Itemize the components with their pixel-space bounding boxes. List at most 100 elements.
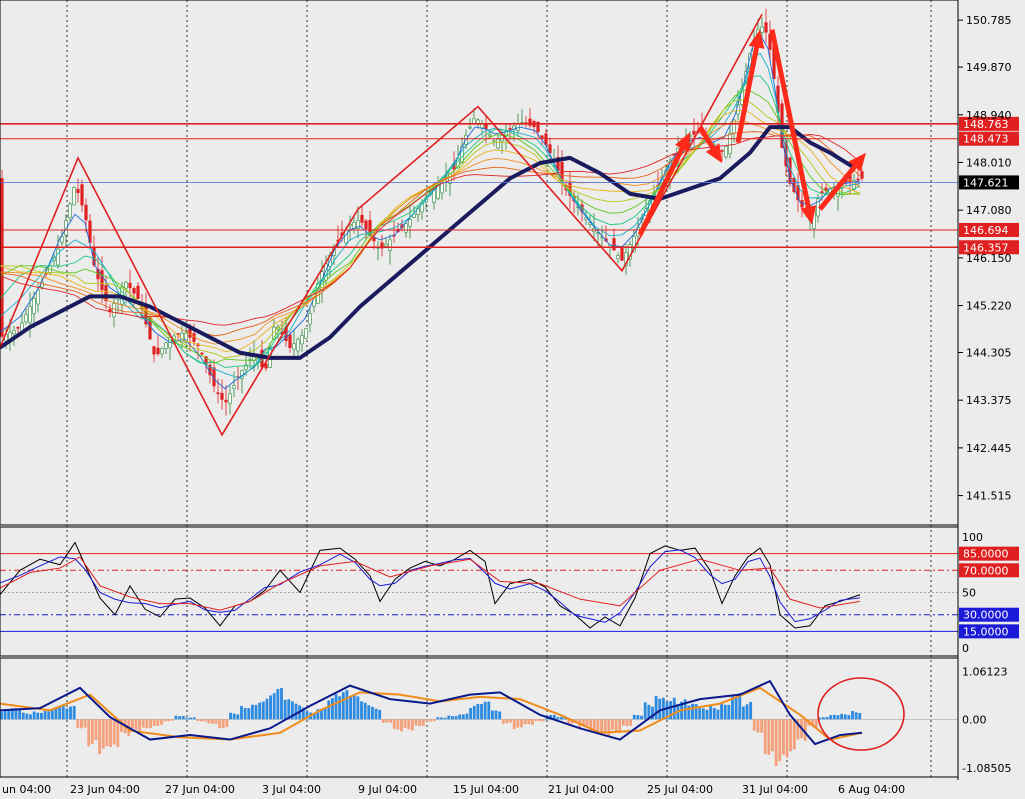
candle-body [152,346,156,355]
macd-histogram-bar [167,719,171,722]
price-tick-label: 148.010 [966,156,1012,169]
osc-tick-label: 100 [962,531,983,544]
time-axis-label: 25 Jul 04:00 [647,783,713,796]
macd-histogram-bar [691,703,694,720]
macd-histogram-bar [465,713,469,720]
macd-histogram-bar [156,719,160,726]
level-tag-label: 146.694 [963,224,1009,237]
macd-histogram-bar [178,716,182,720]
candle-body [620,246,624,261]
macd-tick-label: 0.00 [962,713,987,726]
macd-histogram-bar [592,719,596,731]
macd-histogram-bar [196,719,200,721]
macd-histogram-bar [243,707,247,720]
osc-level-label: 85.0000 [963,548,1009,561]
time-axis-label: un 04:00 [2,783,51,796]
macd-histogram-bar [189,717,192,720]
price-tick-label: 150.785 [966,14,1012,27]
macd-histogram-bar [701,708,705,720]
stochastic-panel: 85.0000 70.0000 30.0000 15.0000 100 50 0 [0,531,1019,655]
macd-histogram-bar [611,719,614,730]
macd-histogram-bar [480,704,483,720]
candle-body [80,184,84,206]
macd-histogram-bar [407,719,411,730]
macd-histogram-bar [625,719,629,727]
macd-histogram-bar [854,712,858,720]
macd-histogram-bar [716,709,720,720]
macd-histogram-bar [447,715,451,720]
macd-histogram-bar [265,698,269,720]
macd-histogram-bar [512,719,516,730]
macd-histogram-bar [141,719,145,728]
candle-body [488,134,492,137]
candle-body [764,22,768,33]
osc-level-label: 30.0000 [963,609,1009,622]
macd-histogram-bar [749,701,753,720]
candle-body [132,288,136,294]
macd-histogram-bar [832,714,836,720]
ribbon-ma-line [0,52,861,379]
macd-histogram-bar [516,719,520,728]
macd-histogram-bar [69,706,72,720]
macd-histogram-bar [130,719,134,728]
macd-histogram-bar [21,712,25,720]
macd-histogram-bar [458,714,462,720]
macd-histogram-bar [320,709,323,720]
macd-histogram-bar [643,702,647,720]
macd-histogram-bar [498,711,502,720]
macd-histogram-bar [454,716,458,720]
candle-body [820,191,824,194]
candle-body [388,239,392,251]
ma-ribbon [0,33,861,390]
candle-body [300,335,304,345]
candle-body [372,237,376,242]
macd-histogram-bar [36,712,40,720]
macd-histogram-bar [851,710,854,720]
macd-histogram-bar [338,696,342,720]
macd-histogram-bar [781,719,785,755]
macd-histogram-bar [381,719,385,723]
macd-histogram-bar [240,705,243,720]
price-chart[interactable]: 148.763148.473146.694146.357147.621 85.0… [0,0,1025,799]
macd-histogram-bar [363,702,367,720]
macd-histogram-bar [32,711,36,720]
macd-histogram-bar [76,719,80,728]
current-price-label: 147.621 [963,176,1009,189]
macd-histogram-bar [170,719,174,721]
time-axis-label: 21 Jul 04:00 [548,783,614,796]
macd-histogram-bar [410,719,414,731]
macd-histogram-bar [210,719,214,724]
candle-body [404,223,408,233]
macd-histogram-bar [225,719,229,727]
chart-window[interactable]: 148.763 148.473 146.694 146.357 147.621 85.0… [0,0,1025,799]
candle-body [0,178,4,337]
price-tick-label: 145.220 [966,300,1012,313]
time-axis-label: 15 Jul 04:00 [453,783,519,796]
price-tick-label: 148.940 [966,109,1012,122]
macd-histogram-bar [330,698,334,720]
price-tick-label: 147.080 [966,204,1012,217]
macd-histogram-bar [771,719,774,752]
candle-body [72,187,76,206]
macd-histogram-bar [752,719,756,731]
macd-histogram-bar [640,715,643,720]
macd-histogram-bar [418,719,422,727]
osc-tick-label: 50 [962,587,976,600]
macd-histogram-bar [370,706,374,720]
macd-histogram-bar [250,704,254,720]
candle-body [360,214,364,223]
macd-histogram-bar [403,719,407,728]
macd-histogram-bar [629,719,633,726]
macd-histogram-bar [672,697,676,720]
macd-histogram-bar [101,719,105,749]
macd-histogram-bar [98,719,102,755]
time-axis-label: 31 Jul 04:00 [742,783,808,796]
candle-body [232,385,236,389]
time-axis-label: 6 Aug 04:00 [838,783,905,796]
candle-body [128,282,132,289]
candle-body [296,339,300,352]
macd-histogram-bar [712,707,716,720]
macd-histogram-bar [200,719,203,722]
candle-body [36,289,40,305]
macd-histogram-bar [541,719,545,722]
